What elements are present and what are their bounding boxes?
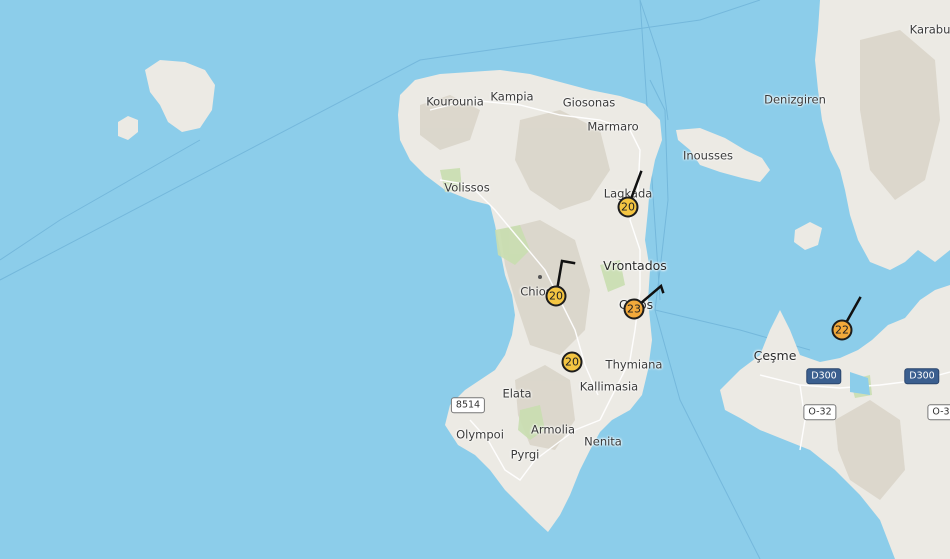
marker-value: 20	[621, 200, 635, 214]
station-marker-cesme[interactable]: 22	[831, 319, 853, 341]
marker-value: 22	[835, 323, 849, 337]
station-marker-chios-town[interactable]: 23	[623, 298, 645, 320]
station-marker-kallimasia[interactable]: 20	[561, 351, 583, 373]
station-marker-lagkada[interactable]: 20	[617, 196, 639, 218]
marker-value: 20	[565, 355, 579, 369]
marker-value: 20	[549, 289, 563, 303]
station-marker-chios-center[interactable]: 20	[545, 285, 567, 307]
marker-value: 23	[627, 302, 641, 316]
map-canvas[interactable]: Kourounia Kampia Giosonas Marmaro Inouss…	[0, 0, 950, 559]
wind-barbs	[554, 170, 862, 332]
